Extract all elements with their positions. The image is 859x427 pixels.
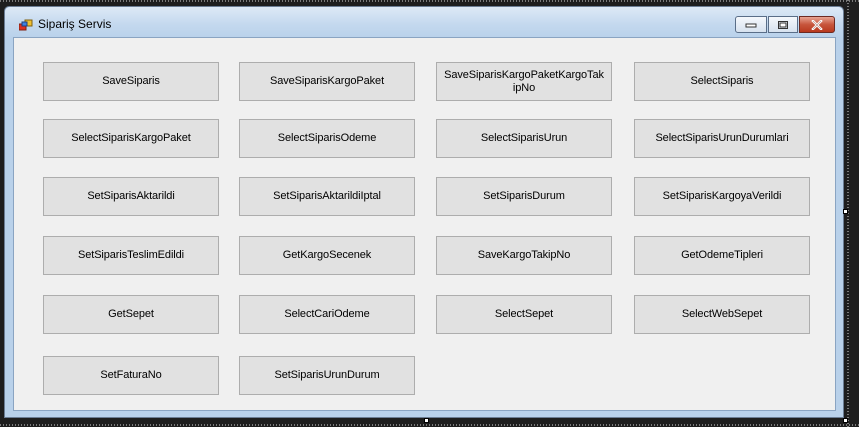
close-button[interactable] xyxy=(799,16,835,33)
designer-top-border xyxy=(0,0,859,2)
save-siparis-kargo-paket-button[interactable]: SaveSiparisKargoPaket xyxy=(239,62,415,101)
title-bar[interactable]: Sipariş Servis xyxy=(5,7,843,37)
save-siparis-kargo-paket-kargo-takip-no-button[interactable]: SaveSiparisKargoPaketKargoTakipNo xyxy=(436,62,612,101)
minimize-icon xyxy=(745,23,757,27)
set-siparis-durum-button[interactable]: SetSiparisDurum xyxy=(436,177,612,216)
close-icon xyxy=(811,19,823,30)
save-siparis-button[interactable]: SaveSiparis xyxy=(43,62,219,101)
save-kargo-takip-no-button[interactable]: SaveKargoTakipNo xyxy=(436,236,612,275)
window-title: Sipariş Servis xyxy=(38,17,112,31)
set-fatura-no-button[interactable]: SetFaturaNo xyxy=(43,356,219,395)
select-siparis-urun-button[interactable]: SelectSiparisUrun xyxy=(436,119,612,158)
app-icon xyxy=(19,19,33,31)
resize-handle-corner[interactable] xyxy=(843,418,848,423)
select-siparis-button[interactable]: SelectSiparis xyxy=(634,62,810,101)
select-web-sepet-button[interactable]: SelectWebSepet xyxy=(634,295,810,334)
select-siparis-odeme-button[interactable]: SelectSiparisOdeme xyxy=(239,119,415,158)
set-siparis-urun-durum-button[interactable]: SetSiparisUrunDurum xyxy=(239,356,415,395)
set-siparis-teslim-edildi-button[interactable]: SetSiparisTeslimEdildi xyxy=(43,236,219,275)
form-window: Sipariş Servis SaveSiparis SaveSiparisKa… xyxy=(4,6,844,418)
get-odeme-tipleri-button[interactable]: GetOdemeTipleri xyxy=(634,236,810,275)
select-cari-odeme-button[interactable]: SelectCariOdeme xyxy=(239,295,415,334)
select-siparis-kargo-paket-button[interactable]: SelectSiparisKargoPaket xyxy=(43,119,219,158)
get-kargo-secenek-button[interactable]: GetKargoSecenek xyxy=(239,236,415,275)
set-siparis-kargoya-verildi-button[interactable]: SetSiparisKargoyaVerildi xyxy=(634,177,810,216)
resize-handle-right[interactable] xyxy=(843,209,848,214)
get-sepet-button[interactable]: GetSepet xyxy=(43,295,219,334)
select-sepet-button[interactable]: SelectSepet xyxy=(436,295,612,334)
set-siparis-aktarildi-iptal-button[interactable]: SetSiparisAktarildiIptal xyxy=(239,177,415,216)
form-client-area: SaveSiparis SaveSiparisKargoPaket SaveSi… xyxy=(13,37,836,411)
select-siparis-urun-durumlari-button[interactable]: SelectSiparisUrunDurumlari xyxy=(634,119,810,158)
maximize-button[interactable] xyxy=(768,16,798,33)
maximize-icon xyxy=(778,20,788,29)
minimize-button[interactable] xyxy=(735,16,767,33)
set-siparis-aktarildi-button[interactable]: SetSiparisAktarildi xyxy=(43,177,219,216)
resize-handle-bottom[interactable] xyxy=(424,418,429,423)
designer-bottom-border xyxy=(0,424,859,426)
